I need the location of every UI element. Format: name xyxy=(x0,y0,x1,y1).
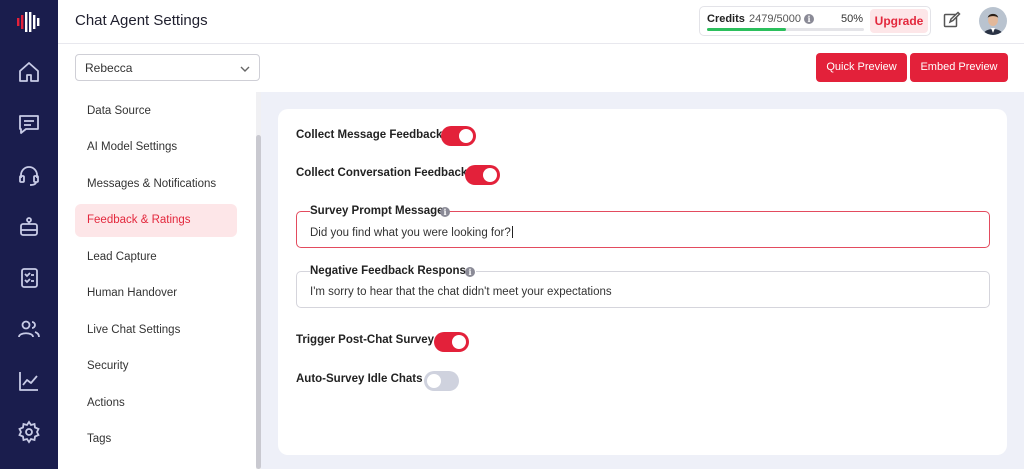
credits-percent: 50% xyxy=(841,13,864,25)
bot-icon[interactable] xyxy=(17,215,41,239)
info-icon[interactable]: i xyxy=(440,207,450,217)
upgrade-button[interactable]: Upgrade xyxy=(870,9,928,33)
agent-select-value: Rebecca xyxy=(85,61,133,75)
home-icon[interactable] xyxy=(17,60,41,84)
text-caret xyxy=(511,226,513,238)
settings-nav-item-ai-model-settings[interactable]: AI Model Settings xyxy=(75,131,237,164)
settings-nav-item-messages-notifications[interactable]: Messages & Notifications xyxy=(75,168,237,201)
toggle-knob xyxy=(459,129,473,143)
credits-value: 2479/5000 xyxy=(749,13,801,25)
top-bar: Chat Agent Settings Credits 2479/5000 i … xyxy=(58,0,1024,44)
trigger-post-chat-survey-label: Trigger Post-Chat Survey xyxy=(296,334,435,346)
negative-feedback-response-label: Negative Feedback Response xyxy=(310,265,477,279)
toggle-knob xyxy=(452,335,466,349)
settings-nav-item-feedback-ratings[interactable]: Feedback & Ratings xyxy=(75,204,237,237)
checklist-icon[interactable] xyxy=(17,266,41,290)
credits-progress-bar xyxy=(707,28,864,31)
headset-icon[interactable] xyxy=(17,163,41,187)
collect-message-feedback-label: Collect Message Feedback xyxy=(296,129,443,141)
analytics-icon[interactable] xyxy=(17,369,41,393)
settings-nav-item-data-source[interactable]: Data Source xyxy=(75,95,237,128)
page-title: Chat Agent Settings xyxy=(75,12,208,29)
survey-prompt-label: Survey Prompt Message xyxy=(310,205,448,219)
settings-nav-item-live-chat-settings[interactable]: Live Chat Settings xyxy=(75,314,237,347)
trigger-post-chat-survey-toggle[interactable] xyxy=(434,332,469,352)
collect-conversation-feedback-toggle[interactable] xyxy=(465,165,500,185)
credits-widget: Credits 2479/5000 i 50% Upgrade xyxy=(699,6,931,36)
info-icon[interactable]: i xyxy=(465,267,475,277)
settings-nav-item-human-handover[interactable]: Human Handover xyxy=(75,277,237,310)
avatar[interactable] xyxy=(979,7,1007,35)
settings-nav-item-tags[interactable]: Tags xyxy=(75,423,237,456)
chat-icon[interactable] xyxy=(17,112,41,136)
settings-gear-icon[interactable] xyxy=(17,420,41,444)
settings-nav-item-security[interactable]: Security xyxy=(75,350,237,383)
settings-nav: Data Source AI Model Settings Messages &… xyxy=(58,92,256,469)
negative-feedback-response-value: I'm sorry to hear that the chat didn't m… xyxy=(310,286,612,298)
survey-prompt-value: Did you find what you were looking for? xyxy=(310,227,511,239)
left-rail xyxy=(0,0,58,469)
agent-select[interactable]: Rebecca xyxy=(75,54,260,81)
toggle-knob xyxy=(483,168,497,182)
auto-survey-idle-chats-label: Auto-Survey Idle Chats xyxy=(296,373,423,385)
auto-survey-idle-chats-toggle[interactable] xyxy=(424,371,459,391)
quick-preview-button[interactable]: Quick Preview xyxy=(816,53,907,82)
settings-nav-item-actions[interactable]: Actions xyxy=(75,387,237,420)
credits-progress-fill xyxy=(707,28,786,31)
chevron-down-icon xyxy=(239,62,251,74)
credits-label: Credits xyxy=(707,13,745,25)
toggle-knob xyxy=(427,374,441,388)
edit-icon[interactable] xyxy=(943,11,961,29)
collect-conversation-feedback-label: Collect Conversation Feedback xyxy=(296,167,468,179)
users-icon[interactable] xyxy=(17,317,41,341)
settings-nav-item-lead-capture[interactable]: Lead Capture xyxy=(75,241,237,274)
embed-preview-button[interactable]: Embed Preview xyxy=(910,53,1008,82)
info-icon[interactable]: i xyxy=(804,14,814,24)
logo-icon[interactable] xyxy=(16,10,42,34)
collect-message-feedback-toggle[interactable] xyxy=(441,126,476,146)
